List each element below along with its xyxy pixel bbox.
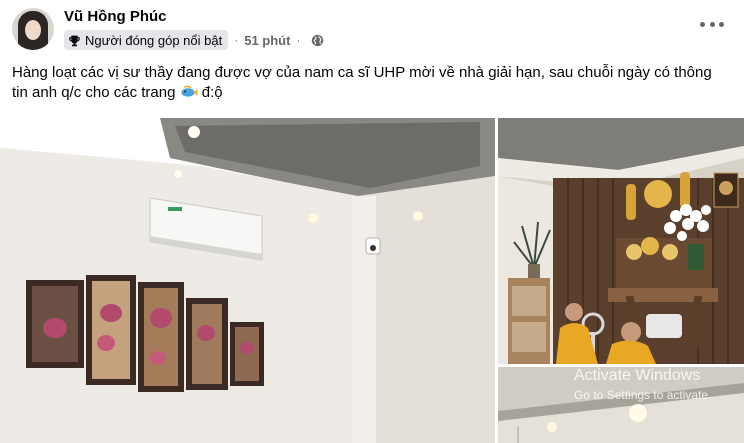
globe-icon[interactable] bbox=[311, 34, 324, 47]
post-text-tail: đ:ộ bbox=[197, 84, 223, 101]
avatar-face bbox=[25, 20, 41, 40]
photo-living-room[interactable] bbox=[0, 118, 495, 443]
photo-altar-room[interactable] bbox=[498, 118, 744, 364]
more-options-icon[interactable] bbox=[700, 14, 724, 34]
facebook-post: Vũ Hồng Phúc Người đóng góp nổi bật · 51… bbox=[0, 0, 744, 443]
fish-emoji-icon bbox=[180, 84, 198, 106]
post-time[interactable]: 51 phút bbox=[244, 33, 290, 48]
photo-grid: Activate Windows Go to Settings to activ… bbox=[0, 118, 744, 443]
activate-windows-watermark: Activate Windows Go to Settings to activ… bbox=[574, 367, 708, 403]
meta-separator: · bbox=[234, 33, 239, 47]
trophy-icon bbox=[69, 35, 80, 46]
post-text-main: Hàng loạt các vị sư thầy đang được vợ củ… bbox=[12, 64, 712, 101]
author-name[interactable]: Vũ Hồng Phúc bbox=[64, 8, 167, 25]
watermark-subtitle: Go to Settings to activate bbox=[574, 388, 709, 402]
more-dot bbox=[719, 21, 724, 27]
author-avatar[interactable] bbox=[12, 8, 54, 50]
badge-label: Người đóng góp nổi bật bbox=[85, 32, 223, 48]
meta-separator-2: · bbox=[296, 33, 301, 47]
more-dot bbox=[709, 21, 715, 27]
watermark-title: Activate Windows bbox=[574, 367, 701, 384]
post-meta: Người đóng góp nổi bật · 51 phút · bbox=[64, 30, 324, 50]
more-dot bbox=[700, 21, 705, 27]
post-text: Hàng loạt các vị sư thầy đang được vợ củ… bbox=[12, 63, 712, 106]
top-contributor-badge[interactable]: Người đóng góp nổi bật bbox=[64, 30, 229, 50]
